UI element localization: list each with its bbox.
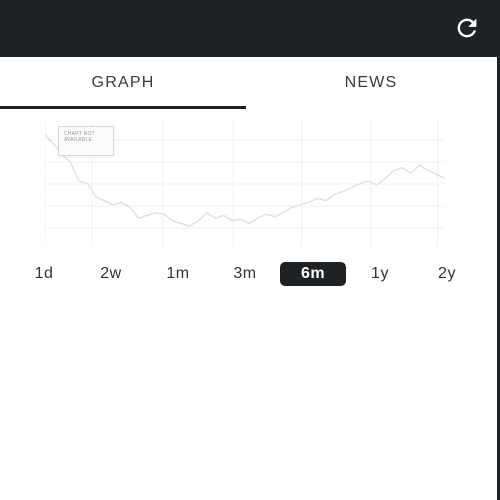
range-6m[interactable]: 6m [280, 262, 346, 286]
range-1d[interactable]: 1d [14, 262, 74, 286]
range-2w[interactable]: 2w [81, 262, 141, 286]
range-1y[interactable]: 1y [350, 262, 410, 286]
tab-bar: GRAPH NEWS [0, 57, 497, 109]
chart-notice-text: CHART NOT AVAILABLE [64, 131, 95, 143]
active-tab-indicator [0, 106, 246, 109]
range-3m[interactable]: 3m [215, 262, 275, 286]
chart-not-available-notice: CHART NOT AVAILABLE [58, 126, 114, 156]
tab-graph[interactable]: GRAPH [0, 57, 246, 109]
app-header [0, 0, 500, 57]
tab-news[interactable]: NEWS [246, 57, 496, 109]
range-selector: 1d 2w 1m 3m 6m 1y 2y [0, 262, 497, 288]
range-1m[interactable]: 1m [148, 262, 208, 286]
refresh-icon [457, 18, 477, 38]
range-2y[interactable]: 2y [417, 262, 477, 286]
refresh-button[interactable] [451, 14, 483, 42]
